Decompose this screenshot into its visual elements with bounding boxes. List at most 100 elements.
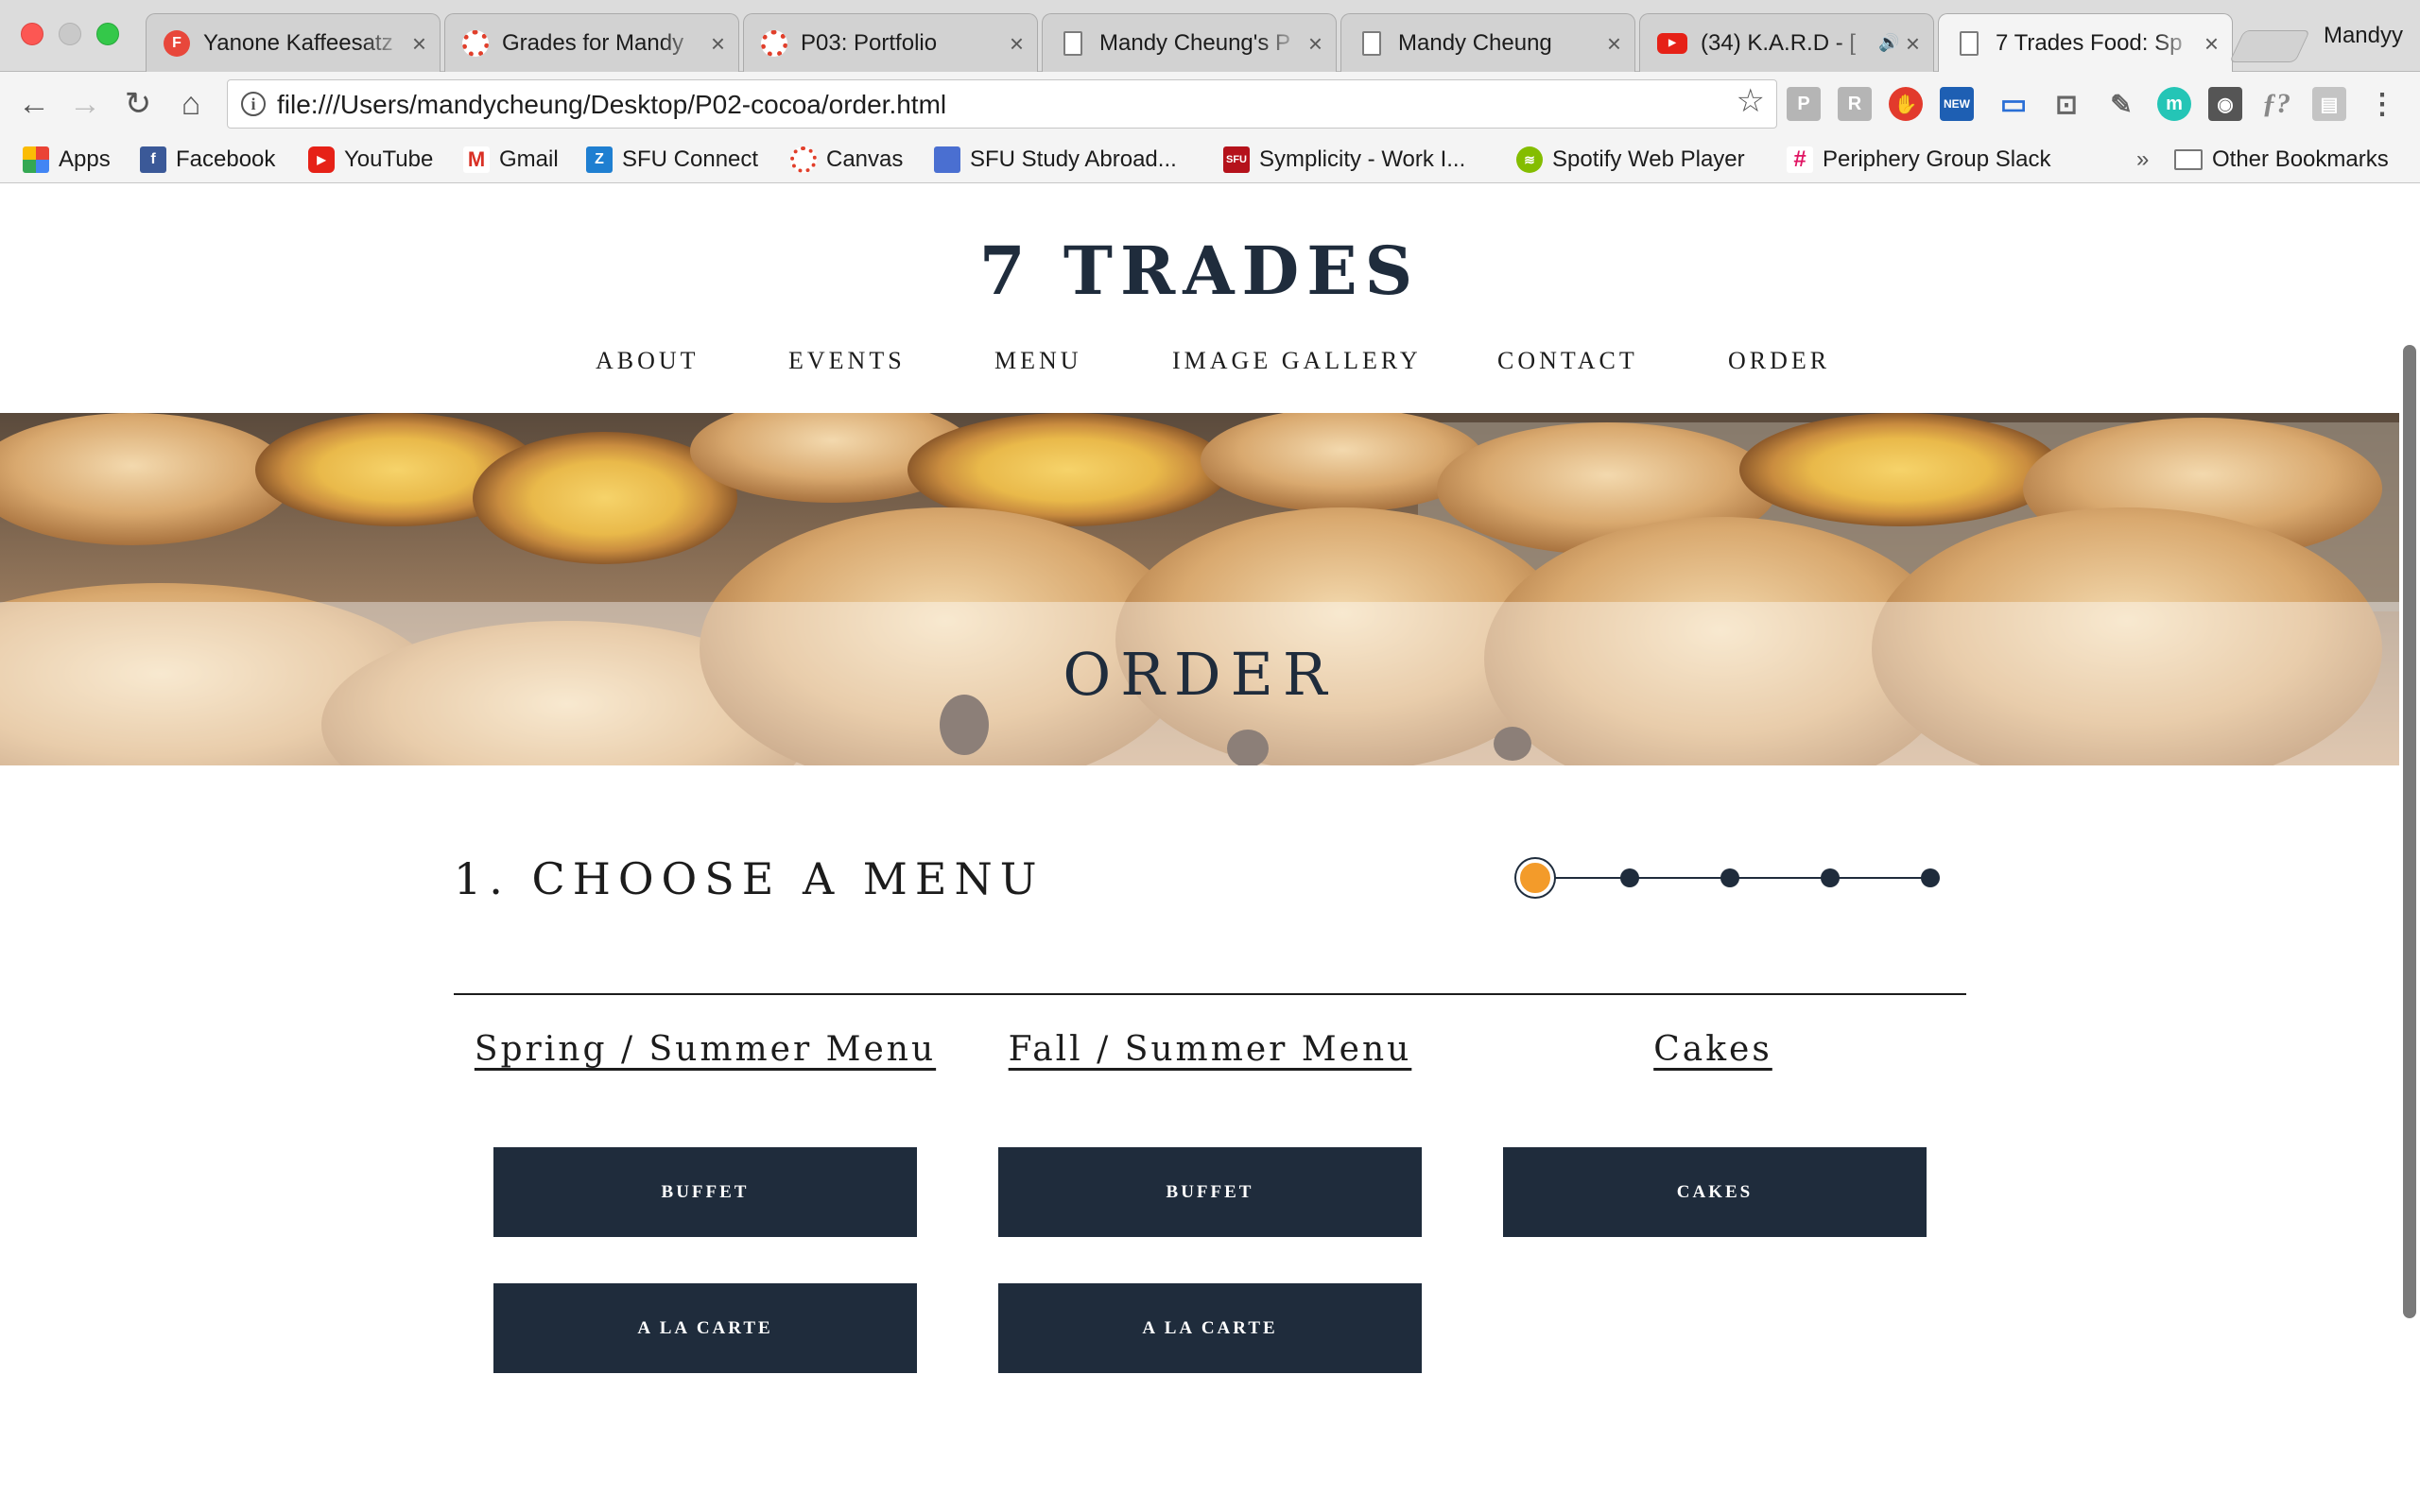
bookmark-label: Canvas: [826, 146, 904, 172]
browser-tab[interactable]: Mandy Cheung's P ×: [1042, 13, 1337, 72]
nav-contact[interactable]: CONTACT: [1497, 347, 1638, 375]
bookmarks-overflow-button[interactable]: »: [2136, 144, 2149, 176]
document-icon: [1063, 30, 1082, 56]
tab-title: (34) K.A.R.D - [: [1701, 29, 1857, 56]
bookmark-slack[interactable]: # Periphery Group Slack: [1787, 144, 2050, 176]
bookmarks-bar: Apps f Facebook ▶ YouTube M Gmail Z SFU …: [0, 136, 2420, 183]
spring-buffet-button[interactable]: BUFFET: [493, 1147, 917, 1237]
browser-tab[interactable]: F Yanone Kaffeesatz ×: [146, 13, 441, 72]
nav-events[interactable]: EVENTS: [788, 347, 906, 375]
bookmark-spotify[interactable]: ≋ Spotify Web Player: [1516, 144, 1745, 176]
spring-a-la-carte-button[interactable]: A LA CARTE: [493, 1283, 917, 1373]
eyedropper-icon[interactable]: ✎: [2104, 87, 2138, 121]
bookmark-label: Other Bookmarks: [2212, 146, 2389, 172]
gmail-icon: M: [463, 146, 490, 173]
extension-icon[interactable]: R: [1838, 87, 1872, 121]
minimize-window-button[interactable]: [59, 23, 81, 45]
audio-playing-icon[interactable]: 🔊: [1878, 33, 1899, 53]
step-dot[interactable]: [1720, 868, 1739, 887]
bookmark-symplicity[interactable]: SFU Symplicity - Work I...: [1223, 144, 1465, 176]
fall-a-la-carte-button[interactable]: A LA CARTE: [998, 1283, 1422, 1373]
step-dot-current[interactable]: [1516, 859, 1554, 897]
close-tab-icon[interactable]: ×: [1906, 31, 1920, 56]
browser-tab[interactable]: P03: Portfolio ×: [743, 13, 1038, 72]
address-bar[interactable]: i file:///Users/mandycheung/Desktop/P02-…: [227, 79, 1777, 129]
step-dot[interactable]: [1821, 868, 1840, 887]
cakes-button[interactable]: CAKES: [1503, 1147, 1927, 1237]
lightbulb-extension-icon[interactable]: ◉: [2208, 87, 2242, 121]
close-tab-icon[interactable]: ×: [1607, 31, 1621, 56]
sfu-connect-icon: Z: [586, 146, 613, 173]
sfu-icon: SFU: [1223, 146, 1250, 173]
bookmark-label: Symplicity - Work I...: [1259, 146, 1466, 172]
document-icon: [1362, 30, 1381, 56]
cakes-heading[interactable]: Cakes: [1467, 1030, 1959, 1069]
bookmark-sfu-study-abroad[interactable]: SFU Study Abroad...: [934, 144, 1177, 176]
document-icon: [1960, 31, 1979, 56]
bookmark-youtube[interactable]: ▶ YouTube: [308, 144, 433, 176]
nav-order[interactable]: ORDER: [1728, 347, 1830, 375]
site-logo[interactable]: 7 TRADES: [0, 232, 2399, 310]
nav-image-gallery[interactable]: IMAGE GALLERY: [1172, 347, 1422, 375]
new-tab-button[interactable]: [2229, 30, 2310, 62]
close-tab-icon[interactable]: ×: [2204, 31, 2219, 56]
home-button[interactable]: ⌂: [170, 83, 212, 125]
browser-tab[interactable]: Mandy Cheung ×: [1340, 13, 1635, 72]
youtube-icon: ▶: [308, 146, 335, 173]
menu-dots-icon[interactable]: ⋮: [2365, 87, 2399, 121]
close-tab-icon[interactable]: ×: [1308, 31, 1322, 56]
profile-name[interactable]: Mandyy: [2324, 23, 2403, 49]
fall-buffet-button[interactable]: BUFFET: [998, 1147, 1422, 1237]
browser-tab[interactable]: ▶ (34) K.A.R.D - [ 🔊 ×: [1639, 13, 1934, 72]
bookmark-label: SFU Connect: [622, 146, 759, 172]
close-tab-icon[interactable]: ×: [412, 31, 426, 56]
fall-summer-menu-heading[interactable]: Fall / Summer Menu: [964, 1030, 1456, 1069]
maximize-window-button[interactable]: [96, 23, 119, 45]
bookmark-label: SFU Study Abroad...: [970, 146, 1177, 172]
back-button[interactable]: ←: [13, 83, 55, 125]
browser-tab-strip: F Yanone Kaffeesatz × Grades for Mandy ×…: [0, 0, 2420, 73]
scrollbar-thumb[interactable]: [2403, 345, 2416, 1318]
spring-summer-menu-heading[interactable]: Spring / Summer Menu: [459, 1030, 951, 1069]
bookmark-label: Apps: [59, 146, 111, 172]
bookmark-star-icon[interactable]: ☆: [1737, 85, 1765, 117]
cast-icon[interactable]: ⊡: [2049, 87, 2083, 121]
page-viewport: 7 TRADES ABOUT EVENTS MENU IMAGE GALLERY…: [0, 184, 2420, 1512]
bookmark-label: Spotify Web Player: [1552, 146, 1745, 172]
bookmark-facebook[interactable]: f Facebook: [140, 144, 275, 176]
f-icon: F: [164, 29, 190, 57]
momentum-extension-icon[interactable]: m: [2157, 87, 2191, 121]
screen-capture-icon[interactable]: ▭: [1996, 87, 2031, 121]
new-extension-icon[interactable]: NEW: [1940, 87, 1974, 121]
reload-button[interactable]: ↻: [117, 83, 159, 125]
nav-menu[interactable]: MENU: [994, 347, 1082, 375]
browser-toolbar: ← → ↻ ⌂ i file:///Users/mandycheung/Desk…: [0, 72, 2420, 136]
close-tab-icon[interactable]: ×: [1010, 31, 1024, 56]
extension-icon[interactable]: ▤: [2312, 87, 2346, 121]
hero-banner: ORDER: [0, 413, 2399, 765]
bookmark-canvas[interactable]: Canvas: [790, 144, 903, 176]
tab-title: Grades for Mandy: [502, 29, 684, 56]
adblock-extension-icon[interactable]: ✋: [1889, 87, 1923, 121]
step-dot[interactable]: [1921, 868, 1940, 887]
close-tab-icon[interactable]: ×: [711, 31, 725, 56]
scrollbar[interactable]: [2399, 184, 2420, 1512]
forward-button[interactable]: →: [64, 83, 106, 125]
close-window-button[interactable]: [21, 23, 43, 45]
bookmark-apps[interactable]: Apps: [23, 144, 111, 176]
folder-icon: [2174, 149, 2203, 170]
nav-about[interactable]: ABOUT: [596, 347, 700, 375]
info-icon[interactable]: i: [241, 92, 266, 116]
browser-tab[interactable]: Grades for Mandy ×: [444, 13, 739, 72]
canvas-icon: [462, 29, 489, 57]
bookmark-gmail[interactable]: M Gmail: [463, 144, 559, 176]
browser-tab-active[interactable]: 7 Trades Food: Sp ×: [1938, 13, 2233, 73]
slack-icon: #: [1787, 146, 1813, 173]
pocket-extension-icon[interactable]: P: [1787, 87, 1821, 121]
bookmark-sfu-connect[interactable]: Z SFU Connect: [586, 144, 758, 176]
step-dot[interactable]: [1620, 868, 1639, 887]
font-extension-icon[interactable]: ƒ?: [2259, 87, 2293, 121]
url-text[interactable]: file:///Users/mandycheung/Desktop/P02-co…: [277, 90, 946, 120]
page-title: ORDER: [1063, 640, 1337, 709]
other-bookmarks[interactable]: Other Bookmarks: [2174, 144, 2389, 176]
